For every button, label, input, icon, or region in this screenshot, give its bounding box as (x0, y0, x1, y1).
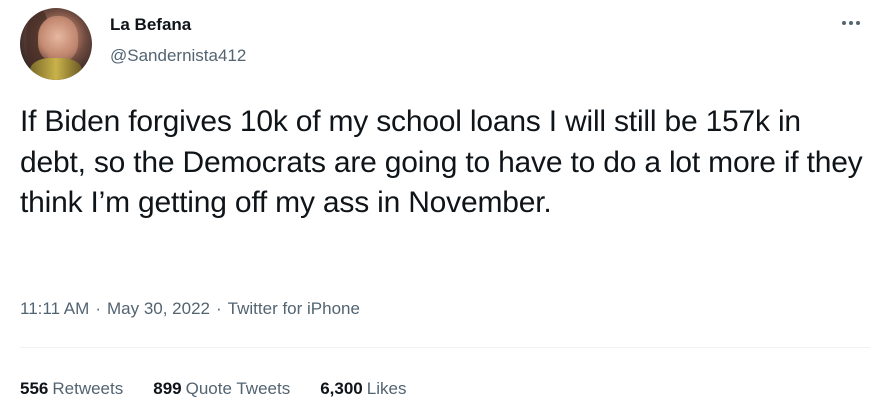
tweet-text: If Biden forgives 10k of my school loans… (20, 105, 863, 219)
meta-separator: · (95, 299, 101, 318)
more-options-icon[interactable] (836, 14, 866, 32)
quote-tweets-stat[interactable]: 899 Quote Tweets (153, 377, 290, 401)
divider (20, 347, 870, 348)
tweet: La Befana @Sandernista412 If Biden forgi… (0, 0, 880, 420)
tweet-source[interactable]: Twitter for iPhone (228, 299, 360, 318)
more-dot (849, 21, 853, 25)
likes-count: 6,300 (320, 379, 363, 398)
author-handle[interactable]: @Sandernista412 (110, 46, 246, 66)
tweet-time[interactable]: 11:11 AM (20, 299, 89, 318)
tweet-date[interactable]: May 30, 2022 (107, 299, 210, 318)
avatar[interactable] (20, 8, 92, 80)
quote-tweets-count: 899 (153, 379, 182, 398)
tweet-stats: 556 Retweets 899 Quote Tweets 6,300 Likes (20, 377, 406, 401)
meta-separator: · (216, 299, 222, 318)
tweet-meta: 11:11 AM · May 30, 2022 · Twitter for iPhone (20, 297, 360, 321)
quote-tweets-label: Quote Tweets (185, 379, 291, 398)
more-dot (842, 21, 846, 25)
avatar-face (38, 16, 78, 62)
author-display-name[interactable]: La Befana (110, 15, 191, 35)
avatar-shirt (30, 58, 82, 80)
retweets-label: Retweets (52, 379, 124, 398)
retweets-count: 556 (20, 379, 49, 398)
likes-label: Likes (366, 379, 407, 398)
retweets-stat[interactable]: 556 Retweets (20, 377, 123, 401)
likes-stat[interactable]: 6,300 Likes (320, 377, 406, 401)
more-dot (856, 21, 860, 25)
